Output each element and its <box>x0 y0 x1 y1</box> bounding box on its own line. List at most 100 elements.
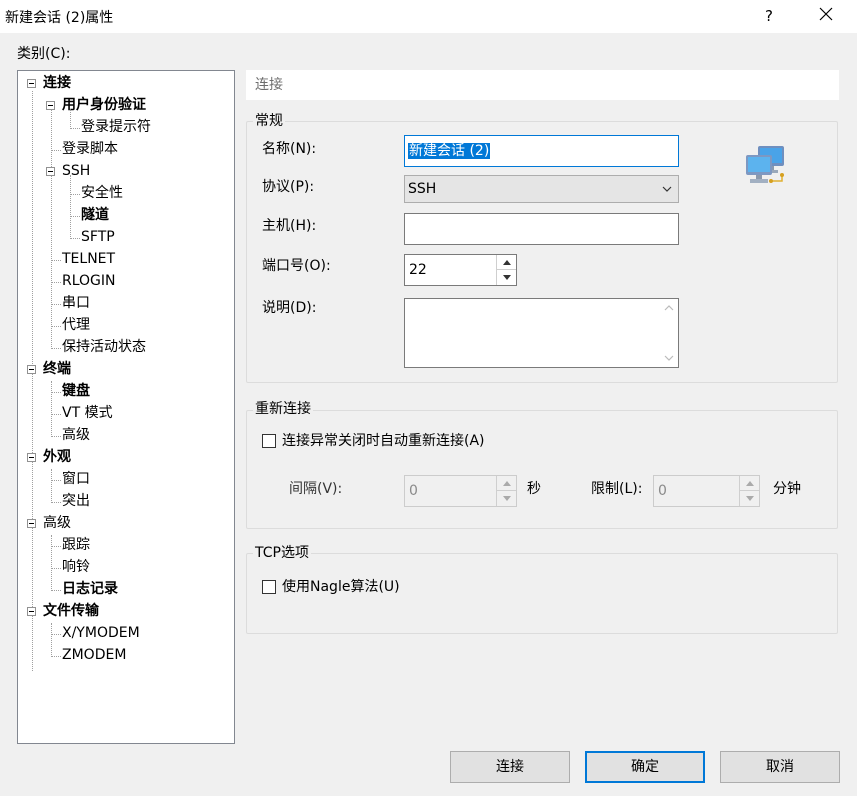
tree-line <box>51 469 52 503</box>
tree-item-proxy[interactable]: 代理 <box>62 315 90 335</box>
reconnect-group <box>246 410 838 529</box>
host-input[interactable] <box>405 214 678 244</box>
collapse-icon[interactable] <box>27 453 36 462</box>
interval-unit: 秒 <box>527 481 541 497</box>
scroll-down-icon <box>664 355 674 361</box>
description-scrollbar[interactable] <box>660 299 678 367</box>
tree-item-connection[interactable]: 连接 <box>43 73 71 93</box>
tree-line <box>51 392 61 393</box>
port-spin-buttons <box>496 255 516 285</box>
interval-spin-buttons <box>496 476 516 506</box>
tree-line <box>51 535 52 591</box>
limit-spin-buttons <box>739 476 759 506</box>
description-field[interactable] <box>404 298 679 368</box>
interval-up-button <box>496 476 516 491</box>
collapse-icon[interactable] <box>27 519 36 528</box>
close-icon <box>819 7 833 21</box>
tree-item-zmodem[interactable]: ZMODEM <box>62 645 126 665</box>
chevron-down-icon <box>662 186 672 192</box>
arrow-up-icon <box>502 480 511 486</box>
nagle-checkbox[interactable] <box>262 580 276 594</box>
tree-item-advanced[interactable]: 高级 <box>43 513 71 533</box>
scroll-up-icon <box>664 305 674 311</box>
category-label: 类别(C): <box>17 46 71 62</box>
tree-item-xymodem[interactable]: X/YMODEM <box>62 623 140 643</box>
interval-value: 0 <box>409 483 418 499</box>
tree-item-keyboard[interactable]: 键盘 <box>62 381 90 401</box>
category-tree[interactable]: 连接 用户身份验证 登录提示符 登录脚本 SSH 安全性 隧道 SFTP TEL… <box>17 70 235 744</box>
tree-item-user-auth[interactable]: 用户身份验证 <box>62 95 146 115</box>
tree-item-appearance[interactable]: 外观 <box>43 447 71 467</box>
host-label: 主机(H): <box>262 218 317 234</box>
ok-button[interactable]: 确定 <box>585 751 705 783</box>
limit-value: 0 <box>658 483 667 499</box>
tree-item-login-prompt[interactable]: 登录提示符 <box>81 117 151 137</box>
interval-spinner: 0 <box>404 475 517 507</box>
tree-item-file-transfer[interactable]: 文件传输 <box>43 601 99 621</box>
help-button[interactable]: ? <box>758 5 780 27</box>
tree-item-terminal[interactable]: 终端 <box>43 359 71 379</box>
protocol-value: SSH <box>408 181 437 197</box>
auto-reconnect-label[interactable]: 连接异常关闭时自动重新连接(A) <box>282 431 485 451</box>
auto-reconnect-checkbox[interactable] <box>262 434 276 448</box>
tree-line <box>51 414 61 415</box>
tree-line <box>51 282 61 283</box>
protocol-select[interactable]: SSH <box>404 175 679 203</box>
close-button[interactable] <box>812 4 840 28</box>
port-up-button[interactable] <box>496 255 516 270</box>
nagle-label[interactable]: 使用Nagle算法(U) <box>282 577 400 597</box>
tree-item-vt-mode[interactable]: VT 模式 <box>62 403 113 423</box>
tree-item-terminal-advanced[interactable]: 高级 <box>62 425 90 445</box>
tree-item-ssh[interactable]: SSH <box>62 161 90 181</box>
tcp-group-title: TCP选项 <box>253 544 311 562</box>
cancel-button[interactable]: 取消 <box>720 751 840 783</box>
section-header: 连接 <box>246 70 839 100</box>
limit-down-button <box>739 491 759 506</box>
tree-item-bell[interactable]: 响铃 <box>62 557 90 577</box>
collapse-icon[interactable] <box>46 167 55 176</box>
tree-line <box>51 260 61 261</box>
tree-item-rlogin[interactable]: RLOGIN <box>62 271 116 291</box>
tree-line <box>51 546 61 547</box>
collapse-icon[interactable] <box>27 365 36 374</box>
collapse-icon[interactable] <box>46 101 55 110</box>
tree-line <box>70 238 80 239</box>
reconnect-group-title: 重新连接 <box>253 400 313 418</box>
tree-item-telnet[interactable]: TELNET <box>62 249 115 269</box>
host-field[interactable] <box>404 213 679 245</box>
collapse-icon[interactable] <box>27 79 36 88</box>
collapse-icon[interactable] <box>27 607 36 616</box>
tree-item-trace[interactable]: 跟踪 <box>62 535 90 555</box>
interval-down-button <box>496 491 516 506</box>
network-computers-icon <box>746 146 784 183</box>
name-value: 新建会话 (2) <box>408 143 491 159</box>
port-spinner[interactable]: 22 <box>404 254 517 286</box>
tree-item-sftp[interactable]: SFTP <box>81 227 115 247</box>
tree-line <box>70 128 80 129</box>
arrow-up-icon <box>502 259 511 265</box>
name-field[interactable]: 新建会话 (2) <box>404 135 679 167</box>
tree-line <box>51 623 52 657</box>
limit-label: 限制(L): <box>591 481 643 497</box>
tree-item-keepalive[interactable]: 保持活动状态 <box>62 337 146 357</box>
tree-item-highlight[interactable]: 突出 <box>62 491 90 511</box>
description-label: 说明(D): <box>262 300 317 316</box>
arrow-down-icon <box>502 275 511 280</box>
tree-line <box>51 348 61 349</box>
limit-spinner: 0 <box>653 475 760 507</box>
tree-line <box>70 216 80 217</box>
connect-button[interactable]: 连接 <box>450 751 570 783</box>
tree-line <box>51 590 61 591</box>
tree-item-serial[interactable]: 串口 <box>62 293 90 313</box>
tree-line <box>70 194 80 195</box>
port-down-button[interactable] <box>496 270 516 285</box>
arrow-down-icon <box>502 496 511 501</box>
tree-line <box>51 436 61 437</box>
tree-item-security[interactable]: 安全性 <box>81 183 123 203</box>
window-title: 新建会话 (2)属性 <box>5 10 114 26</box>
tree-item-login-script[interactable]: 登录脚本 <box>62 139 118 159</box>
tree-item-tunnel[interactable]: 隧道 <box>81 205 109 225</box>
tree-item-logging[interactable]: 日志记录 <box>62 579 118 599</box>
tree-item-window[interactable]: 窗口 <box>62 469 90 489</box>
limit-unit: 分钟 <box>773 481 801 497</box>
